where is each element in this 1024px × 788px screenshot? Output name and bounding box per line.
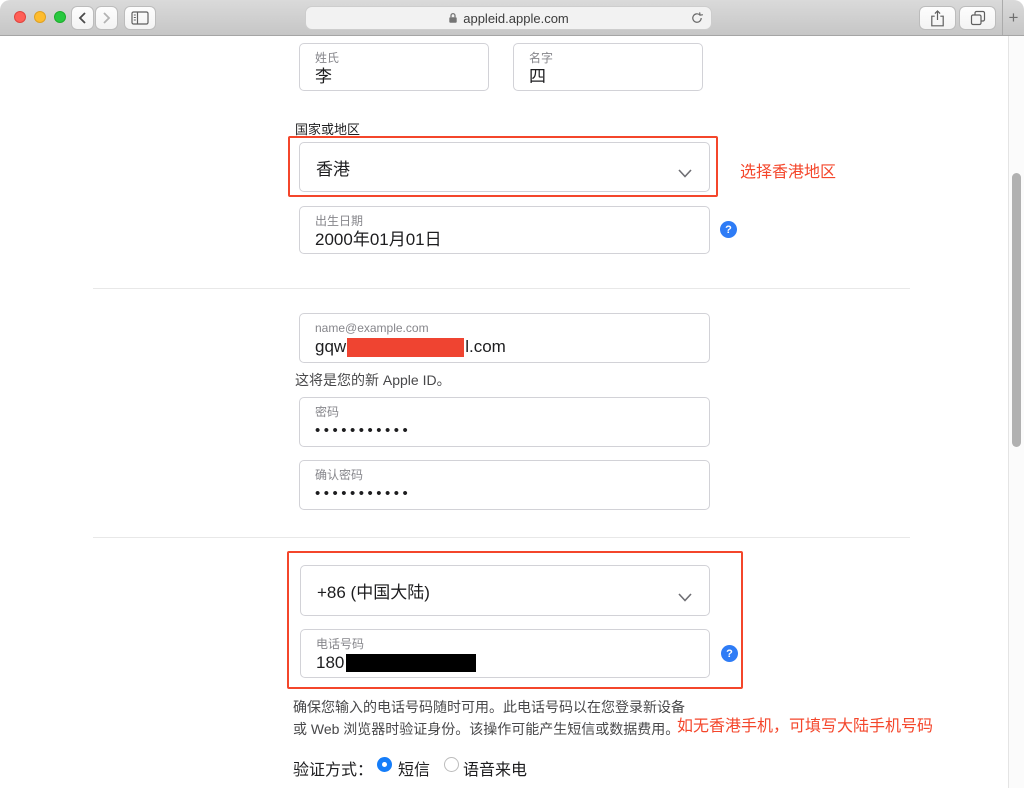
sidebar-button[interactable]: [124, 6, 156, 30]
password-value: •••••••••••: [315, 422, 412, 439]
confirm-password-field[interactable]: 确认密码 •••••••••••: [299, 460, 710, 510]
share-icon: [931, 9, 944, 26]
confirm-password-value: •••••••••••: [315, 485, 412, 502]
tabs-icon: [970, 10, 985, 26]
phone-country-select[interactable]: +86 (中国大陆): [300, 565, 710, 616]
close-button[interactable]: [14, 11, 26, 23]
region-annotation: 选择香港地区: [740, 164, 837, 181]
region-select[interactable]: 香港: [299, 142, 710, 192]
last-name-field[interactable]: 姓氏 李: [299, 43, 489, 91]
tab-overview-button[interactable]: [959, 6, 996, 30]
question-mark-icon: ?: [725, 223, 732, 236]
birthday-field[interactable]: 出生日期 2000年01月01日: [299, 206, 710, 254]
phone-redaction: [346, 654, 477, 672]
phone-number-label: 电话号码: [316, 637, 365, 651]
browser-toolbar: appleid.apple.com +: [0, 0, 1024, 36]
first-name-field[interactable]: 名字 四: [513, 43, 703, 91]
birthday-help-button[interactable]: ?: [720, 221, 737, 238]
password-label: 密码: [315, 405, 340, 419]
safari-window: appleid.apple.com + 姓氏 李 名字 四 国家或地区 香港 选…: [0, 0, 1024, 788]
phone-annotation: 如无香港手机，可填写大陆手机号码: [677, 718, 934, 735]
plus-icon: +: [1008, 7, 1019, 27]
phone-note-line1: 确保您输入的电话号码随时可用。此电话号码以在您登录新设备: [293, 699, 685, 715]
phone-country-value: +86 (中国大陆): [317, 583, 430, 602]
url-text: appleid.apple.com: [463, 10, 569, 26]
zoom-button[interactable]: [54, 11, 66, 23]
question-mark-icon: ?: [726, 647, 733, 660]
first-name-value: 四: [529, 67, 546, 86]
phone-value-prefix: 180: [316, 653, 345, 672]
phone-note-line2: 或 Web 浏览器时验证身份。该操作可能产生短信或数据费用。: [293, 721, 680, 737]
verification-label: 验证方式：: [293, 762, 374, 779]
phone-help-button[interactable]: ?: [721, 645, 738, 662]
radio-voice-call-label[interactable]: 语音来电: [463, 756, 527, 780]
forward-button[interactable]: [95, 6, 118, 30]
birthday-label: 出生日期: [315, 214, 364, 228]
last-name-label: 姓氏: [315, 51, 340, 65]
email-field[interactable]: name@example.com gqw l.com: [299, 313, 710, 363]
email-note: 这将是您的新 Apple ID。: [295, 372, 451, 388]
lock-icon: [449, 12, 457, 23]
email-placeholder: name@example.com: [315, 321, 429, 335]
new-tab-button[interactable]: +: [1002, 0, 1024, 35]
email-redaction: [347, 337, 465, 357]
last-name-value: 李: [315, 67, 332, 86]
chevron-down-icon: [678, 587, 692, 607]
refresh-icon: [692, 12, 704, 23]
address-bar[interactable]: appleid.apple.com: [305, 6, 712, 30]
minimize-button[interactable]: [34, 11, 46, 23]
section-divider: [93, 288, 910, 289]
share-button[interactable]: [919, 6, 956, 30]
chevron-left-icon: [78, 12, 86, 24]
password-field[interactable]: 密码 •••••••••••: [299, 397, 710, 447]
section-divider: [93, 537, 910, 538]
radio-voice-call[interactable]: [444, 757, 459, 772]
region-label: 国家或地区: [295, 122, 361, 137]
email-value-suffix: l.com: [465, 337, 506, 356]
birthday-value: 2000年01月01日: [315, 230, 442, 249]
confirm-password-label: 确认密码: [315, 468, 364, 482]
sidebar-icon: [131, 11, 149, 25]
radio-sms[interactable]: [377, 757, 392, 772]
refresh-button[interactable]: [690, 11, 704, 30]
region-value: 香港: [316, 159, 350, 179]
chevron-down-icon: [678, 163, 692, 183]
chevron-right-icon: [103, 12, 111, 24]
first-name-label: 名字: [529, 51, 554, 65]
phone-number-field[interactable]: 电话号码 180: [300, 629, 710, 678]
back-button[interactable]: [71, 6, 94, 30]
email-value-prefix: gqw: [315, 337, 347, 356]
radio-sms-label[interactable]: 短信: [398, 756, 430, 780]
scrollbar-thumb[interactable]: [1012, 173, 1021, 447]
